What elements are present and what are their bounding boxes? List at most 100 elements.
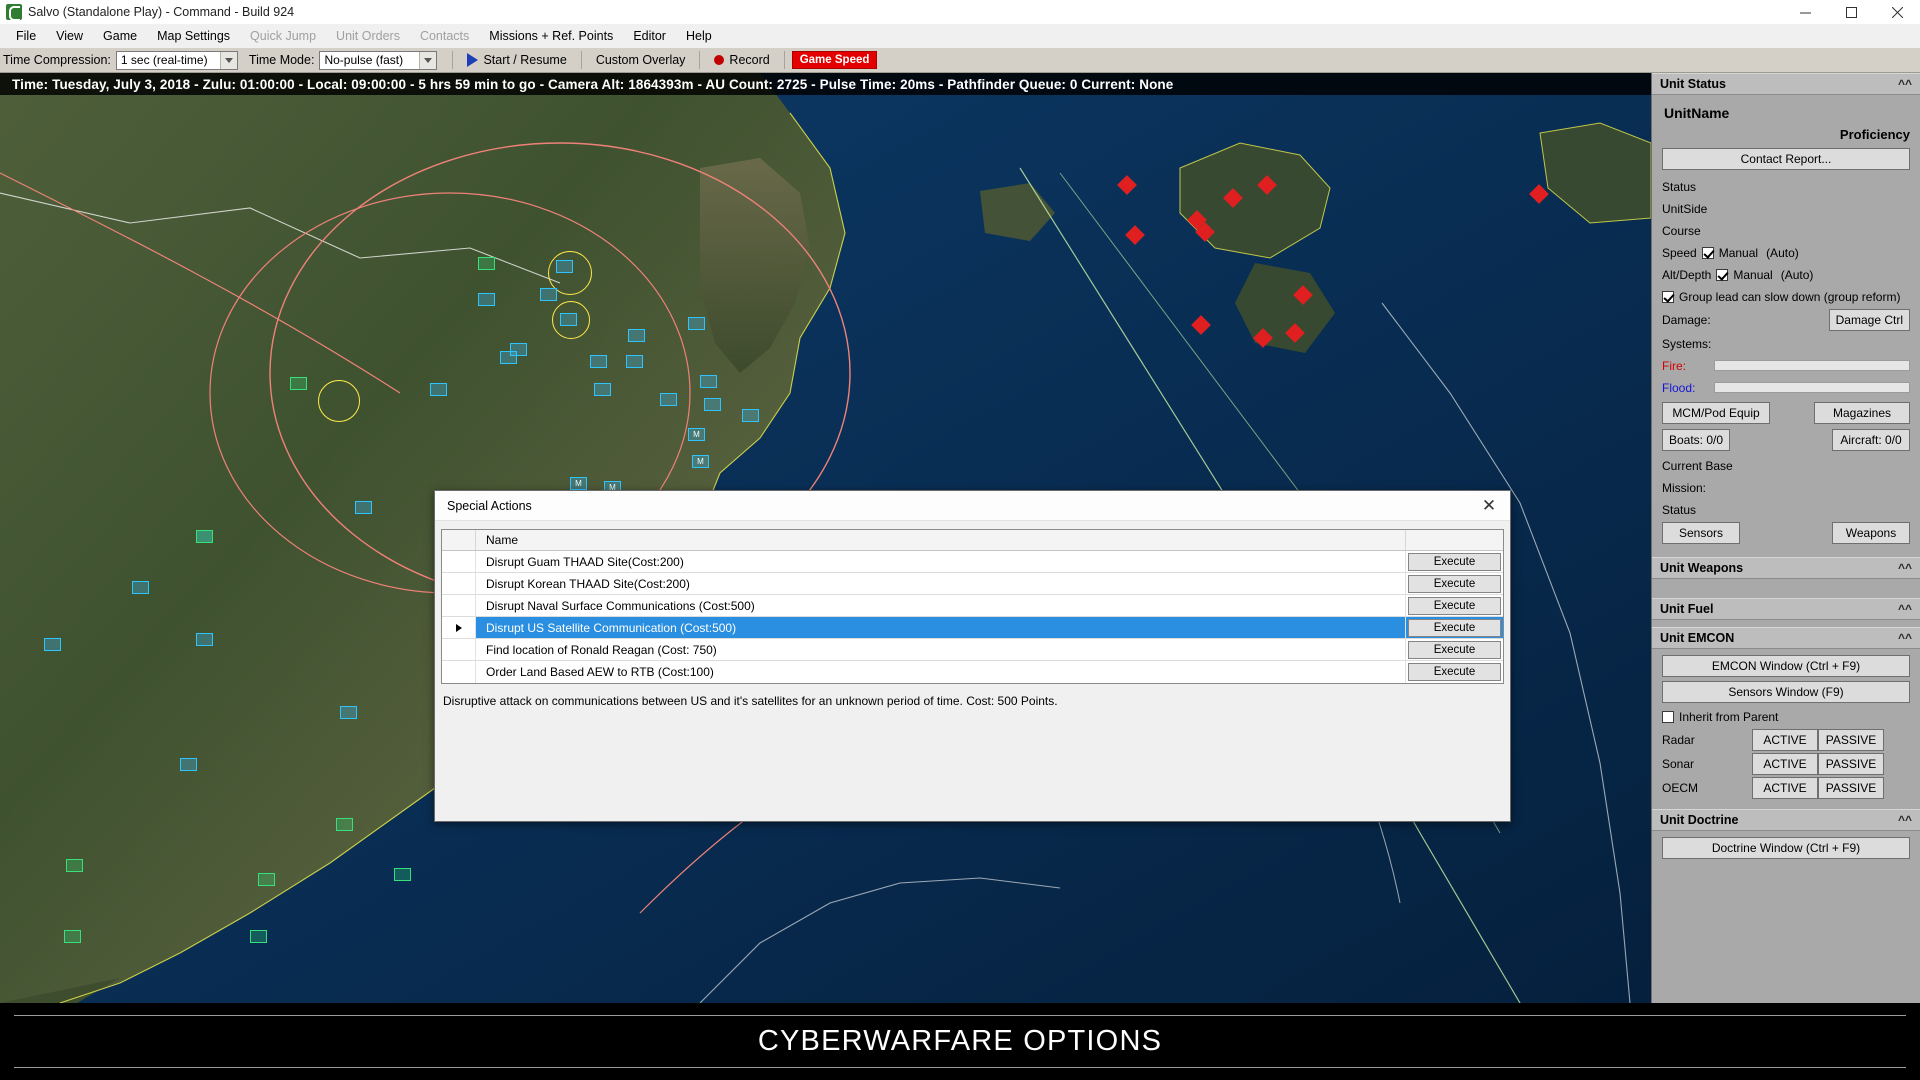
chevron-up-icon[interactable]: ^^ [1898, 814, 1912, 826]
contact-report-button[interactable]: Contact Report... [1662, 148, 1910, 170]
unit-symbol[interactable] [556, 260, 573, 273]
execute-button[interactable]: Execute [1408, 640, 1501, 659]
time-compression-select[interactable]: 1 sec (real-time) [115, 50, 238, 70]
start-resume-button[interactable]: Start / Resume [460, 51, 573, 69]
unit-symbol[interactable] [704, 398, 721, 411]
execute-button[interactable]: Execute [1408, 663, 1501, 681]
oecm-passive-button[interactable]: PASSIVE [1818, 777, 1884, 799]
hostile-symbol[interactable] [1198, 225, 1212, 239]
section-header-unit-doctrine[interactable]: Unit Doctrine ^^ [1652, 809, 1920, 831]
damage-ctrl-button[interactable]: Damage Ctrl [1828, 309, 1910, 331]
execute-button[interactable]: Execute [1408, 618, 1501, 637]
table-row[interactable]: Find location of Ronald Reagan (Cost: 75… [442, 639, 1503, 661]
sonar-passive-button[interactable]: PASSIVE [1818, 753, 1884, 775]
menu-item-map-settings[interactable]: Map Settings [147, 26, 240, 46]
unit-symbol[interactable] [180, 758, 197, 771]
execute-button[interactable]: Execute [1408, 596, 1501, 615]
section-header-unit-weapons[interactable]: Unit Weapons ^^ [1652, 557, 1920, 579]
hostile-symbol[interactable] [1260, 178, 1274, 192]
magazines-button[interactable]: Magazines [1814, 402, 1910, 424]
section-header-unit-emcon[interactable]: Unit EMCON ^^ [1652, 627, 1920, 649]
close-icon[interactable]: ✕ [1474, 493, 1504, 519]
chevron-up-icon[interactable]: ^^ [1898, 603, 1912, 615]
custom-overlay-button[interactable]: Custom Overlay [589, 51, 693, 69]
record-button[interactable]: Record [707, 51, 776, 69]
table-row[interactable]: Disrupt Korean THAAD Site(Cost:200) Exec… [442, 573, 1503, 595]
unit-symbol[interactable] [66, 859, 83, 872]
hostile-symbol[interactable] [1288, 326, 1302, 340]
hostile-symbol[interactable] [1532, 187, 1546, 201]
maximize-icon[interactable] [1828, 0, 1874, 24]
aircraft-button[interactable]: Aircraft: 0/0 [1832, 429, 1910, 451]
unit-symbol[interactable] [688, 317, 705, 330]
chevron-up-icon[interactable]: ^^ [1898, 78, 1912, 90]
section-header-unit-fuel[interactable]: Unit Fuel ^^ [1652, 598, 1920, 620]
unit-symbol[interactable]: M [688, 428, 705, 441]
unit-symbol[interactable] [700, 375, 717, 388]
sensors-button[interactable]: Sensors [1662, 522, 1740, 544]
unit-symbol[interactable] [626, 355, 643, 368]
menu-item-view[interactable]: View [46, 26, 93, 46]
unit-symbol[interactable] [742, 409, 759, 422]
unit-symbol[interactable] [628, 329, 645, 342]
unit-symbol[interactable]: M [570, 477, 587, 490]
oecm-active-button[interactable]: ACTIVE [1752, 777, 1818, 799]
game-speed-button[interactable]: Game Speed [791, 51, 878, 69]
unit-symbol[interactable] [394, 868, 411, 881]
execute-button[interactable]: Execute [1408, 552, 1501, 571]
radar-active-button[interactable]: ACTIVE [1752, 729, 1818, 751]
unit-symbol[interactable] [540, 288, 557, 301]
alt-manual-checkbox[interactable] [1716, 268, 1729, 281]
hostile-symbol[interactable] [1128, 228, 1142, 242]
radar-passive-button[interactable]: PASSIVE [1818, 729, 1884, 751]
menu-item-editor[interactable]: Editor [623, 26, 676, 46]
hostile-symbol[interactable] [1256, 331, 1270, 345]
mcm-pod-equip-button[interactable]: MCM/Pod Equip [1662, 402, 1770, 424]
sensors-window-button[interactable]: Sensors Window (F9) [1662, 681, 1910, 703]
time-mode-select[interactable]: No-pulse (fast) [319, 50, 438, 70]
hostile-symbol[interactable] [1226, 191, 1240, 205]
unit-symbol[interactable] [478, 293, 495, 306]
unit-symbol[interactable] [132, 581, 149, 594]
close-icon[interactable] [1874, 0, 1920, 24]
execute-button[interactable]: Execute [1408, 574, 1501, 593]
unit-symbol[interactable] [478, 257, 495, 270]
section-header-unit-status[interactable]: Unit Status ^^ [1652, 73, 1920, 95]
boats-button[interactable]: Boats: 0/0 [1662, 429, 1730, 451]
table-row[interactable]: Disrupt Naval Surface Communications (Co… [442, 595, 1503, 617]
unit-symbol[interactable] [258, 873, 275, 886]
weapons-button[interactable]: Weapons [1832, 522, 1910, 544]
menu-item-file[interactable]: File [6, 26, 46, 46]
speed-manual-checkbox[interactable] [1701, 246, 1714, 259]
unit-symbol[interactable] [196, 633, 213, 646]
unit-symbol[interactable] [430, 383, 447, 396]
chevron-up-icon[interactable]: ^^ [1898, 562, 1912, 574]
emcon-window-button[interactable]: EMCON Window (Ctrl + F9) [1662, 655, 1910, 677]
hostile-symbol[interactable] [1194, 318, 1208, 332]
unit-symbol[interactable] [500, 351, 517, 364]
unit-symbol[interactable] [250, 930, 267, 943]
unit-symbol[interactable] [64, 930, 81, 943]
unit-symbol[interactable] [594, 383, 611, 396]
chevron-up-icon[interactable]: ^^ [1898, 632, 1912, 644]
menu-item-help[interactable]: Help [676, 26, 722, 46]
unit-symbol[interactable] [196, 530, 213, 543]
unit-symbol[interactable] [355, 501, 372, 514]
group-lead-checkbox[interactable] [1662, 290, 1674, 303]
unit-symbol[interactable] [590, 355, 607, 368]
table-row-selected[interactable]: Disrupt US Satellite Communication (Cost… [442, 617, 1503, 639]
minimize-icon[interactable] [1782, 0, 1828, 24]
hostile-symbol[interactable] [1296, 288, 1310, 302]
table-row[interactable]: Disrupt Guam THAAD Site(Cost:200) Execut… [442, 551, 1503, 573]
table-row[interactable]: Order Land Based AEW to RTB (Cost:100) E… [442, 661, 1503, 683]
doctrine-window-button[interactable]: Doctrine Window (Ctrl + F9) [1662, 837, 1910, 859]
unit-symbol[interactable]: M [692, 455, 709, 468]
unit-symbol[interactable] [340, 706, 357, 719]
unit-symbol[interactable] [336, 818, 353, 831]
unit-symbol[interactable] [560, 313, 577, 326]
menu-item-game[interactable]: Game [93, 26, 147, 46]
hostile-symbol[interactable] [1120, 178, 1134, 192]
menu-item-missions-ref-points[interactable]: Missions + Ref. Points [479, 26, 623, 46]
sonar-active-button[interactable]: ACTIVE [1752, 753, 1818, 775]
unit-symbol[interactable] [290, 377, 307, 390]
